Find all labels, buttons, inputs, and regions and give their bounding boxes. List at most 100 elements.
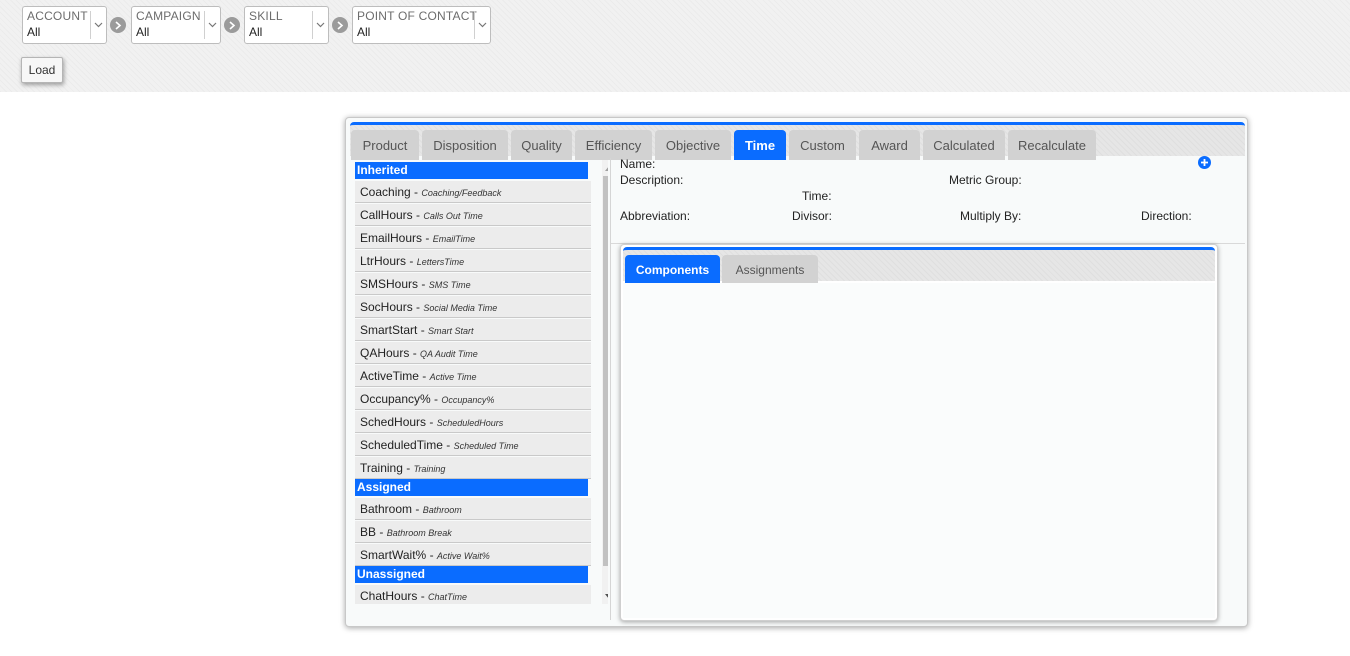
list-item[interactable]: QAHours - QA Audit Time: [355, 342, 591, 364]
list-item-separator: -: [406, 254, 417, 268]
point-of-contact-select[interactable]: POINT OF CONTACT All: [352, 6, 491, 44]
chevron-down-icon[interactable]: [474, 11, 490, 39]
list-item-description: Bathroom Break: [386, 528, 452, 538]
list-item-separator: -: [412, 300, 424, 314]
list-item-description: Scheduled Time: [453, 441, 519, 451]
tab-objective[interactable]: Objective: [655, 130, 731, 160]
load-button[interactable]: Load: [21, 57, 63, 83]
list-item-separator: -: [422, 231, 433, 245]
multiply-by-label: Multiply By:: [960, 209, 1022, 223]
list-item[interactable]: ChatHours - ChatTime: [355, 585, 591, 604]
list-item-separator: -: [417, 323, 429, 337]
list-item[interactable]: ActiveTime - Active Time: [355, 365, 591, 387]
list-scroll-thumb[interactable]: [603, 176, 608, 566]
skill-select-label: SKILL: [249, 9, 283, 23]
scroll-up-icon[interactable]: [605, 165, 608, 171]
list-item[interactable]: SmartWait% - Active Wait%: [355, 544, 591, 566]
scroll-down-icon[interactable]: [605, 594, 608, 600]
tab-product[interactable]: Product: [351, 130, 419, 160]
account-select-value: All: [27, 25, 41, 39]
list-item-separator: -: [418, 277, 429, 291]
chevron-right-circle-icon: [332, 17, 348, 33]
list-item-name: SocHours: [360, 300, 413, 314]
tab-assignments[interactable]: Assignments: [722, 255, 818, 285]
list-item-name: QAHours: [360, 346, 410, 360]
skill-select-value: All: [249, 25, 263, 39]
list-item-separator: -: [410, 185, 422, 199]
list-item[interactable]: EmailHours - EmailTime: [355, 227, 591, 249]
list-item[interactable]: LtrHours - LettersTime: [355, 250, 591, 272]
direction-label: Direction:: [1141, 209, 1192, 223]
list-item-description: Calls Out Time: [423, 211, 483, 221]
list-item-description: LettersTime: [416, 257, 465, 267]
metric-editor-panel: Product Disposition Quality Efficiency O…: [345, 117, 1248, 627]
list-item[interactable]: SMSHours - SMS Time: [355, 273, 591, 295]
list-item[interactable]: SocHours - Social Media Time: [355, 296, 591, 318]
list-item-name: BB: [360, 525, 377, 539]
list-item-name: SchedHours: [360, 415, 427, 429]
tab-calculated[interactable]: Calculated: [923, 130, 1005, 160]
tab-recalculate[interactable]: Recalculate: [1008, 130, 1096, 160]
list-item[interactable]: BB - Bathroom Break: [355, 521, 591, 543]
skill-select[interactable]: SKILL All: [244, 6, 329, 44]
account-select-label: ACCOUNT: [27, 9, 88, 23]
campaign-select[interactable]: CAMPAIGN All: [131, 6, 221, 44]
account-select[interactable]: ACCOUNT All: [22, 6, 107, 44]
tab-quality[interactable]: Quality: [511, 130, 572, 160]
list-item-description: Active Time: [429, 372, 477, 382]
list-item[interactable]: Occupancy% - Occupancy%: [355, 388, 591, 410]
list-item-name: Training: [360, 461, 403, 475]
metric-group-label: Metric Group:: [949, 173, 1022, 187]
list-item-name: ActiveTime: [360, 369, 419, 383]
list-item[interactable]: SmartStart - Smart Start: [355, 319, 591, 341]
list-item-separator: -: [417, 589, 429, 603]
tab-efficiency[interactable]: Efficiency: [575, 130, 652, 160]
tab-disposition[interactable]: Disposition: [422, 130, 508, 160]
list-item-name: CallHours: [360, 208, 413, 222]
tab-award[interactable]: Award: [859, 130, 920, 160]
chevron-right-circle-icon: [224, 17, 240, 33]
list-item-name: SmartWait%: [360, 548, 427, 562]
list-item-separator: -: [412, 502, 423, 516]
list-item-description: Social Media Time: [423, 303, 498, 313]
list-item-description: ScheduledHours: [436, 418, 504, 428]
list-item-name: LtrHours: [360, 254, 407, 268]
point-of-contact-select-value: All: [357, 25, 371, 39]
list-item[interactable]: SchedHours - ScheduledHours: [355, 411, 591, 433]
list-item-name: Occupancy%: [360, 392, 431, 406]
chevron-down-icon[interactable]: [312, 11, 328, 39]
list-item-name: SMSHours: [360, 277, 419, 291]
metric-type-tab-strip: Product Disposition Quality Efficiency O…: [350, 122, 1245, 160]
campaign-select-label: CAMPAIGN: [136, 9, 201, 23]
list-item-name: SmartStart: [360, 323, 418, 337]
list-item-separator: -: [402, 461, 414, 475]
list-item[interactable]: Bathroom - Bathroom: [355, 498, 591, 520]
list-item-name: EmailHours: [360, 231, 423, 245]
list-item-separator: -: [418, 369, 430, 383]
list-item-description: QA Audit Time: [420, 349, 478, 359]
tab-custom[interactable]: Custom: [789, 130, 856, 160]
tab-components[interactable]: Components: [625, 255, 720, 285]
chevron-down-icon[interactable]: [204, 11, 220, 39]
list-item-separator: -: [426, 415, 437, 429]
metric-list: Inherited Coaching - Coaching/Feedback C…: [355, 160, 608, 604]
list-item[interactable]: Coaching - Coaching/Feedback: [355, 181, 591, 203]
description-label: Description:: [620, 173, 684, 187]
list-group-header-unassigned: Unassigned: [355, 566, 588, 583]
list-item[interactable]: Training - Training: [355, 457, 591, 479]
list-scrollbar[interactable]: [602, 160, 608, 604]
filter-bar: ACCOUNT All CAMPAIGN All SKILL All POINT…: [0, 0, 1350, 92]
tab-time[interactable]: Time: [734, 130, 786, 160]
components-content: [623, 283, 1215, 618]
list-item-name: ScheduledTime: [360, 438, 443, 452]
plus-circle-icon[interactable]: [1198, 156, 1211, 169]
chevron-down-icon[interactable]: [90, 11, 106, 39]
list-item-description: Training: [413, 464, 446, 474]
list-item-name: Coaching: [360, 185, 411, 199]
list-item-separator: -: [426, 548, 437, 562]
list-item-description: Smart Start: [428, 326, 474, 336]
list-item[interactable]: CallHours - Calls Out Time: [355, 204, 591, 226]
list-item-name: Bathroom: [360, 502, 413, 516]
list-item[interactable]: ScheduledTime - Scheduled Time: [355, 434, 591, 456]
list-item-separator: -: [430, 392, 442, 406]
